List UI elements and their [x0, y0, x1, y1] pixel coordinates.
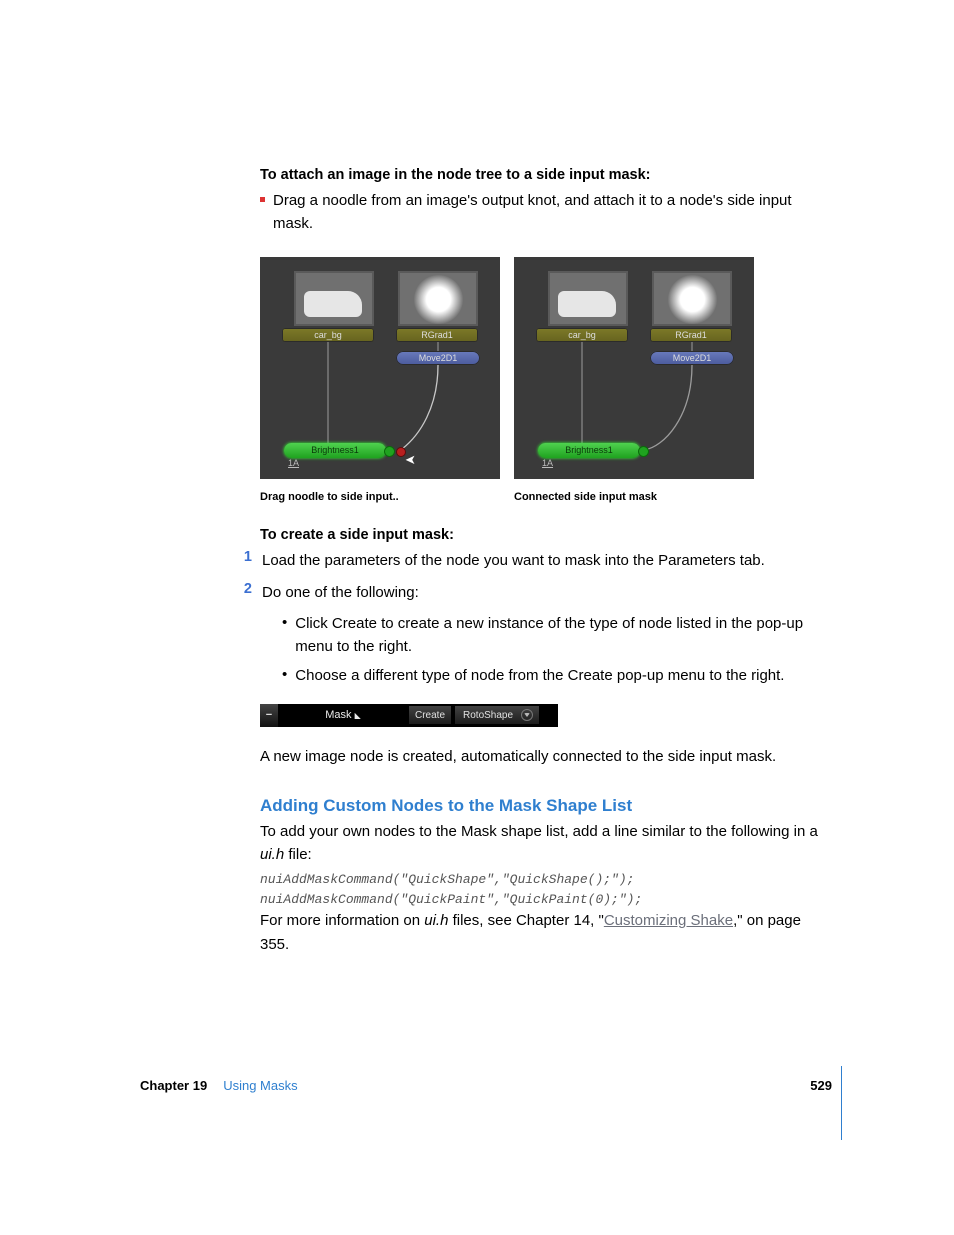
mask-bar-label: Mask ◣	[278, 709, 408, 721]
code-block: nuiAddMaskCommand("QuickShape","QuickSha…	[260, 870, 832, 909]
side-input-knob	[638, 446, 649, 457]
thumb-car	[294, 271, 374, 326]
bullet-dot-icon: •	[282, 612, 287, 659]
dropdown-value: RotoShape	[463, 710, 513, 721]
bullet-icon	[260, 197, 265, 202]
node-move2d: Move2D1	[396, 351, 480, 365]
mask-type-dropdown[interactable]: RotoShape	[454, 705, 540, 725]
node-car-bg: car_bg	[536, 328, 628, 342]
page-number: 529	[810, 1078, 832, 1093]
node-tree-panel-left: car_bg RGrad1 Move2D1 Brightness1 ➤ 1A	[260, 257, 500, 479]
thumb-rgrad	[398, 271, 478, 326]
sub-bullet-text: Click Create to create a new instance of…	[295, 612, 832, 659]
collapse-button[interactable]: −	[260, 704, 278, 727]
node-tree-panel-right: car_bg RGrad1 Move2D1 Brightness1 1A	[514, 257, 754, 479]
list-text: Load the parameters of the node you want…	[262, 549, 765, 572]
node-car-bg: car_bg	[282, 328, 374, 342]
node-brightness: Brightness1	[284, 443, 386, 458]
list-number: 1	[238, 549, 252, 572]
chevron-down-icon	[524, 713, 530, 717]
ordered-list: 1 Load the parameters of the node you wa…	[260, 549, 832, 604]
mask-bar: − Mask ◣ Create RotoShape	[260, 704, 558, 727]
footer-rule	[841, 1066, 842, 1140]
list-number: 2	[238, 581, 252, 604]
step-text: Drag a noodle from an image's output kno…	[273, 189, 832, 236]
list-item: 1 Load the parameters of the node you wa…	[238, 549, 832, 572]
node-brightness: Brightness1	[538, 443, 640, 458]
document-page: To attach an image in the node tree to a…	[0, 0, 954, 1235]
side-input-knob	[384, 446, 395, 457]
one-a-label: 1A	[542, 458, 553, 468]
figure-left: car_bg RGrad1 Move2D1 Brightness1 ➤ 1A D…	[260, 257, 500, 503]
sub-bullet: • Click Create to create a new instance …	[282, 612, 832, 659]
procedure-heading-2: To create a side input mask:	[260, 527, 832, 543]
figure-caption-right: Connected side input mask	[514, 491, 754, 503]
procedure-heading: To attach an image in the node tree to a…	[260, 165, 832, 187]
section-heading: Adding Custom Nodes to the Mask Shape Li…	[260, 796, 832, 816]
node-move2d: Move2D1	[650, 351, 734, 365]
sub-bullet-text: Choose a different type of node from the…	[295, 664, 784, 687]
node-rgrad: RGrad1	[396, 328, 478, 342]
paragraph: To add your own nodes to the Mask shape …	[260, 820, 832, 867]
chapter-title: Using Masks	[223, 1078, 297, 1093]
bullet-dot-icon: •	[282, 664, 287, 687]
figure-right: car_bg RGrad1 Move2D1 Brightness1 1A Con…	[514, 257, 754, 503]
create-button[interactable]: Create	[408, 705, 452, 725]
filename: ui.h	[260, 846, 284, 863]
filename: ui.h	[424, 912, 448, 929]
page-footer: Chapter 19 Using Masks 529	[140, 1078, 832, 1093]
thumb-car	[548, 271, 628, 326]
chapter-label: Chapter 19	[140, 1078, 207, 1093]
cursor-icon: ➤	[405, 452, 416, 468]
cross-reference-link[interactable]: Customizing Shake	[604, 912, 733, 929]
thumb-rgrad	[652, 271, 732, 326]
node-rgrad: RGrad1	[650, 328, 732, 342]
figure-caption-left: Drag noodle to side input..	[260, 491, 500, 503]
paragraph: A new image node is created, automatical…	[260, 745, 832, 768]
step-row: Drag a noodle from an image's output kno…	[260, 189, 832, 236]
one-a-label: 1A	[288, 458, 299, 468]
sub-bullet: • Choose a different type of node from t…	[282, 664, 832, 687]
list-item: 2 Do one of the following:	[238, 581, 832, 604]
figure-row: car_bg RGrad1 Move2D1 Brightness1 ➤ 1A D…	[260, 257, 832, 503]
paragraph: For more information on ui.h files, see …	[260, 909, 832, 956]
list-text: Do one of the following:	[262, 581, 419, 604]
